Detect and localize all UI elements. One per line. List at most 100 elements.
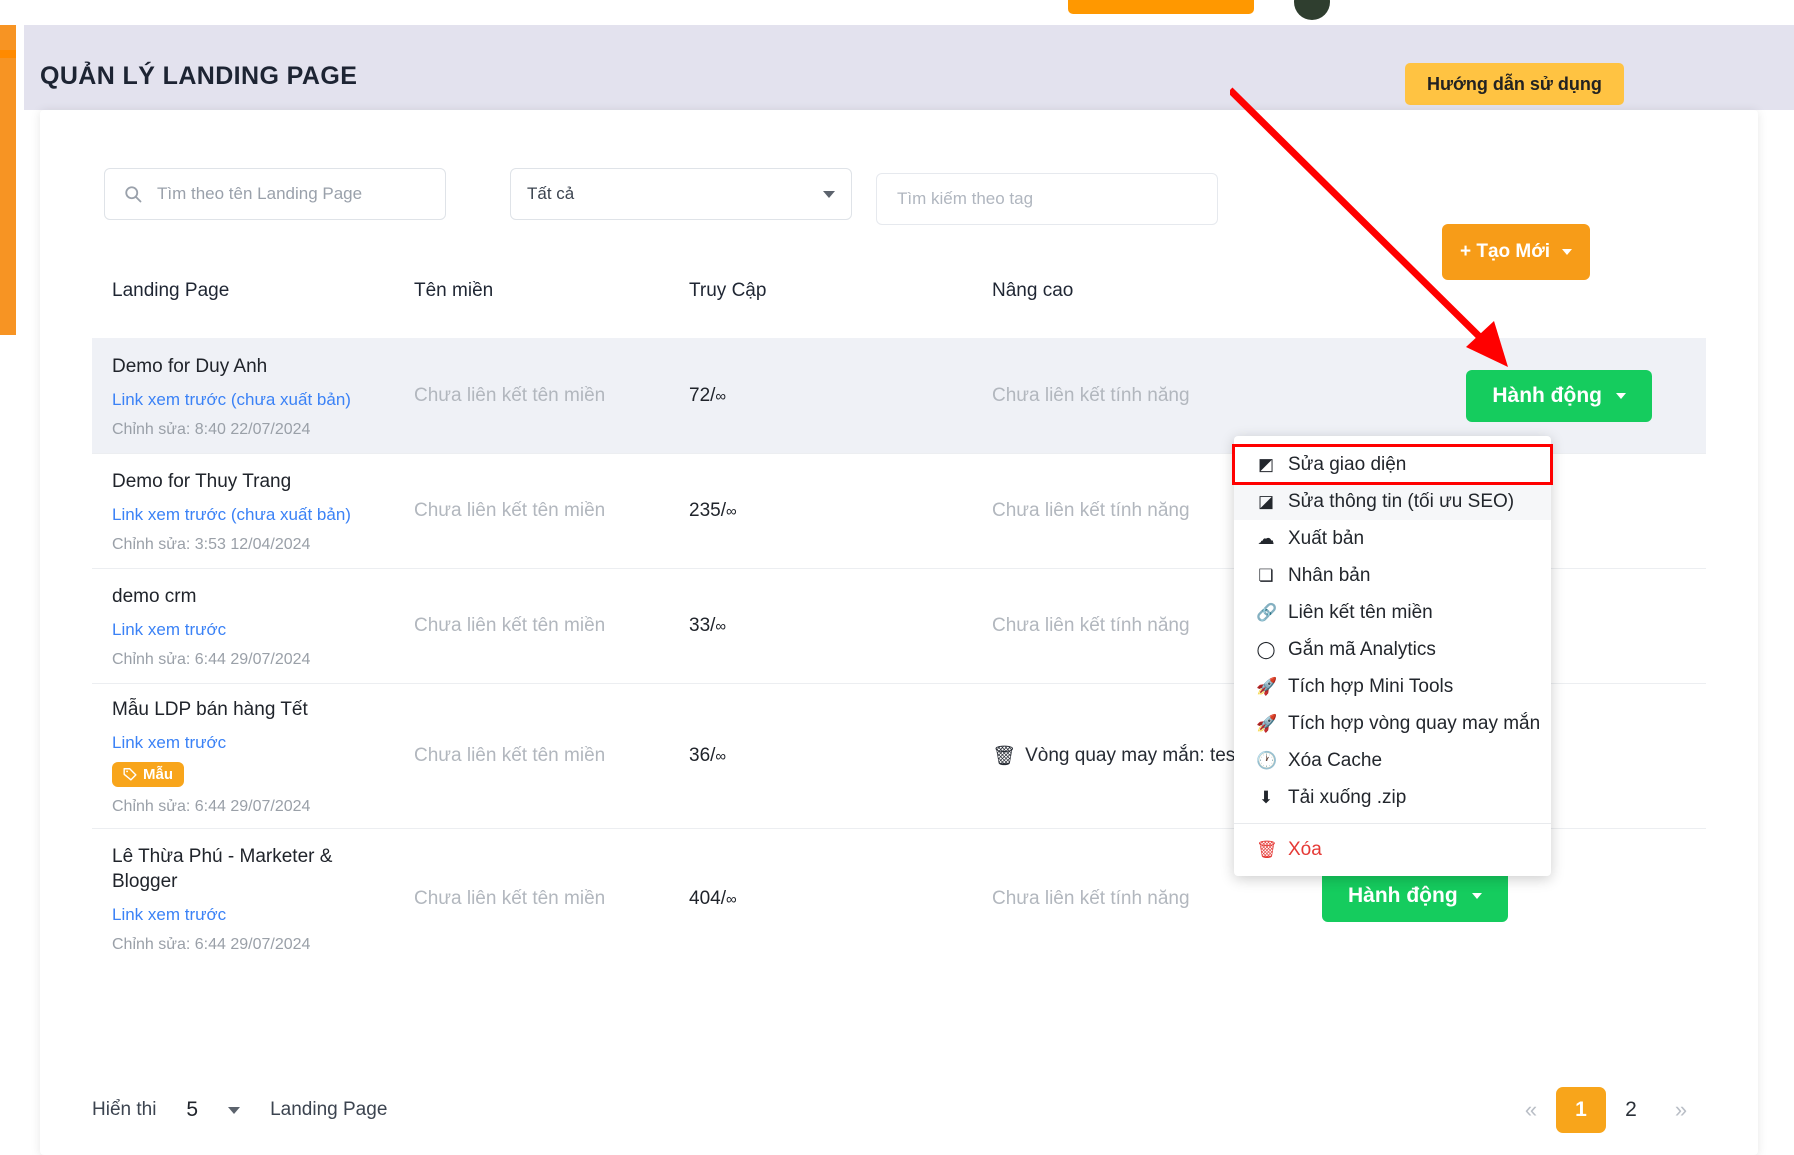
cell-domain: Chưa liên kết tên miền	[414, 500, 606, 521]
menu-item-delete[interactable]: 🗑 Xóa	[1234, 831, 1551, 868]
advanced-feature-label: Vòng quay may mắn: test	[1025, 745, 1241, 766]
edited-timestamp: Chỉnh sửa: 6:44 29/07/2024	[112, 935, 311, 953]
visits-count: 235	[689, 500, 721, 521]
cloud-upload-icon: ☁	[1257, 528, 1275, 548]
landing-page-name: demo crm	[112, 585, 197, 607]
cell-domain: Chưa liên kết tên miền	[414, 745, 606, 766]
landing-page-name: Demo for Duy Anh	[112, 355, 268, 377]
cell-landing-page: demo crm Link xem trước Chỉnh sửa: 6:44 …	[112, 584, 414, 669]
clock-icon: 🕐	[1256, 750, 1278, 770]
menu-item-edit-info[interactable]: ◪ Sửa thông tin (tối ưu SEO)	[1234, 483, 1551, 520]
action-button[interactable]: Hành động	[1322, 870, 1508, 922]
edit-interface-icon: ◩	[1257, 454, 1275, 474]
create-new-button[interactable]: + Tạo Mới	[1442, 224, 1590, 280]
table-header: Landing Page Tên miền Truy Cập Nâng cao	[92, 280, 1706, 338]
cell-visits: 72/∞	[689, 385, 727, 406]
visits-limit: ∞	[715, 388, 727, 405]
preview-link[interactable]: Link xem trước	[112, 620, 414, 640]
create-new-label: + Tạo Mới	[1459, 241, 1551, 262]
avatar[interactable]	[1294, 0, 1330, 20]
search-input[interactable]	[155, 183, 415, 205]
status-select[interactable]: Tất cả	[510, 168, 852, 220]
menu-item-label: Xóa Cache	[1288, 749, 1383, 771]
visits-count: 33	[689, 615, 711, 636]
page-title: QUẢN LÝ LANDING PAGE	[40, 62, 358, 90]
rows-per-page-label: Hiển thi	[92, 1099, 157, 1120]
menu-item-label: Sửa giao diện	[1288, 453, 1407, 475]
rocket-icon: 🚀	[1256, 676, 1278, 696]
duplicate-icon: ❏	[1258, 565, 1274, 585]
cell-visits: 33/∞	[689, 615, 727, 636]
pagination-page-2[interactable]: 2	[1606, 1087, 1656, 1133]
download-icon: ⬇	[1258, 787, 1274, 807]
topbar-cta-button[interactable]	[1068, 0, 1254, 14]
menu-item-clear-cache[interactable]: 🕐 Xóa Cache	[1234, 742, 1551, 779]
menu-item-analytics[interactable]: ◯ Gắn mã Analytics	[1234, 631, 1551, 668]
cell-visits: 404/∞	[689, 887, 737, 909]
action-button[interactable]: Hành động	[1466, 370, 1652, 422]
menu-item-link-domain[interactable]: 🔗 Liên kết tên miền	[1234, 594, 1551, 631]
edited-timestamp: Chỉnh sửa: 6:44 29/07/2024	[112, 797, 311, 815]
status-select-value: Tất cả	[527, 184, 575, 203]
menu-item-label: Tải xuống .zip	[1288, 786, 1407, 808]
chevron-down-icon	[823, 190, 835, 198]
action-button-label: Hành động	[1492, 384, 1602, 407]
rows-per-page-unit: Landing Page	[270, 1099, 388, 1120]
chevron-down-icon	[1471, 893, 1482, 899]
menu-item-publish[interactable]: ☁ Xuất bản	[1234, 520, 1551, 557]
search-field[interactable]	[104, 168, 446, 220]
template-badge: Mẫu	[112, 761, 184, 787]
preview-link[interactable]: Link xem trước	[112, 733, 414, 753]
visits-count: 404	[689, 887, 721, 909]
edited-timestamp: Chỉnh sửa: 3:53 12/04/2024	[112, 535, 311, 553]
table-footer: Hiển thi 5 Landing Page « 1 2 »	[92, 1065, 1706, 1155]
menu-item-label: Xóa	[1288, 838, 1322, 860]
visits-limit: ∞	[725, 503, 737, 520]
visits-limit: ∞	[715, 748, 727, 765]
cell-action: Hành động	[1466, 370, 1652, 422]
preview-link[interactable]: Link xem trước (chưa xuất bản)	[112, 390, 414, 410]
link-icon: 🔗	[1256, 602, 1278, 622]
pagination-first[interactable]: «	[1506, 1087, 1556, 1133]
pagination-last[interactable]: »	[1656, 1087, 1706, 1133]
left-rail-accent	[0, 50, 16, 58]
landing-page-name: Lê Thừa Phú - Marketer & Blogger	[112, 845, 333, 892]
cell-domain: Chưa liên kết tên miền	[414, 615, 606, 636]
menu-separator	[1234, 823, 1551, 824]
left-sidebar-rail	[0, 25, 16, 335]
cell-landing-page: Lê Thừa Phú - Marketer & Blogger Link xe…	[112, 844, 414, 954]
chevron-down-icon[interactable]	[228, 1106, 241, 1114]
search-icon	[125, 186, 142, 203]
menu-item-lucky-wheel[interactable]: 🚀 Tích hợp vòng quay may mắn	[1234, 705, 1551, 742]
menu-item-label: Gắn mã Analytics	[1288, 638, 1436, 660]
edited-timestamp: Chỉnh sửa: 6:44 29/07/2024	[112, 650, 311, 668]
menu-item-edit-interface[interactable]: ◩ Sửa giao diện	[1232, 444, 1553, 485]
preview-link[interactable]: Link xem trước	[112, 905, 414, 925]
tag-search-input[interactable]	[895, 188, 1185, 210]
action-button-label: Hành động	[1348, 884, 1458, 907]
menu-item-duplicate[interactable]: ❏ Nhân bản	[1234, 557, 1551, 594]
chevron-down-icon	[1616, 393, 1626, 399]
menu-item-label: Liên kết tên miền	[1288, 601, 1433, 623]
visits-count: 36	[689, 745, 711, 766]
cell-visits: 36/∞	[689, 745, 727, 766]
landing-page-name: Demo for Thuy Trang	[112, 470, 292, 492]
pagination: « 1 2 »	[1506, 1087, 1706, 1133]
guide-button[interactable]: Hướng dẫn sử dụng	[1405, 63, 1624, 105]
column-header-visits: Truy Cập	[689, 280, 767, 301]
preview-link[interactable]: Link xem trước (chưa xuất bản)	[112, 505, 414, 525]
visits-limit: ∞	[725, 890, 737, 908]
menu-item-download-zip[interactable]: ⬇ Tải xuống .zip	[1234, 779, 1551, 816]
pagination-page-1[interactable]: 1	[1556, 1087, 1606, 1133]
menu-item-mini-tools[interactable]: 🚀 Tích hợp Mini Tools	[1234, 668, 1551, 705]
cell-landing-page: Demo for Thuy Trang Link xem trước (chưa…	[112, 469, 414, 554]
column-header-advanced: Nâng cao	[992, 280, 1074, 301]
tag-search-field[interactable]	[876, 173, 1218, 225]
chevron-down-icon	[1562, 249, 1573, 255]
menu-item-label: Sửa thông tin (tối ưu SEO)	[1288, 490, 1515, 512]
action-dropdown-menu: ◩ Sửa giao diện ◪ Sửa thông tin (tối ưu …	[1232, 436, 1553, 876]
column-header-landing-page: Landing Page	[112, 280, 230, 301]
rocket-icon: 🚀	[1256, 713, 1278, 733]
template-badge-label: Mẫu	[143, 765, 173, 783]
rows-per-page-value[interactable]: 5	[186, 1098, 198, 1122]
